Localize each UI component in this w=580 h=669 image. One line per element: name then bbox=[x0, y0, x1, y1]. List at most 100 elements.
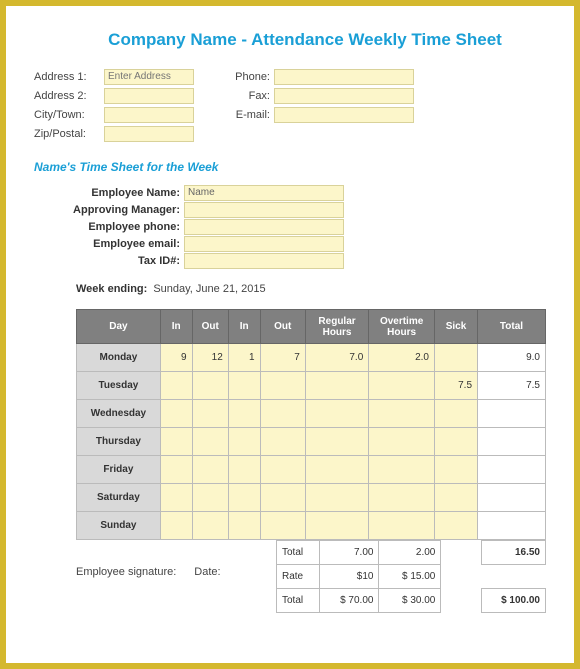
totals-reg-hours: 7.00 bbox=[319, 541, 379, 565]
time-cell[interactable] bbox=[192, 400, 228, 428]
time-cell[interactable] bbox=[305, 372, 368, 400]
label-zip: Zip/Postal: bbox=[34, 128, 104, 140]
time-cell[interactable] bbox=[369, 428, 435, 456]
col-header: In bbox=[160, 310, 192, 344]
time-cell[interactable] bbox=[192, 484, 228, 512]
time-cell[interactable] bbox=[228, 512, 260, 540]
city-input[interactable] bbox=[104, 107, 194, 123]
time-cell[interactable] bbox=[434, 512, 477, 540]
time-cell[interactable] bbox=[228, 428, 260, 456]
row-total-cell bbox=[478, 428, 546, 456]
table-row: Monday912177.02.09.0 bbox=[77, 344, 546, 372]
row-total-cell: 7.5 bbox=[478, 372, 546, 400]
table-row: Friday bbox=[77, 456, 546, 484]
time-cell[interactable] bbox=[260, 512, 305, 540]
time-cell[interactable] bbox=[228, 484, 260, 512]
col-header: Day bbox=[77, 310, 161, 344]
table-row: Tuesday7.57.5 bbox=[77, 372, 546, 400]
table-header-row: DayInOutInOutRegular HoursOvertime Hours… bbox=[77, 310, 546, 344]
time-cell[interactable] bbox=[369, 484, 435, 512]
time-cell[interactable] bbox=[228, 372, 260, 400]
time-cell[interactable]: 7.0 bbox=[305, 344, 368, 372]
address2-input[interactable] bbox=[104, 88, 194, 104]
label-city: City/Town: bbox=[34, 109, 104, 121]
email-input[interactable] bbox=[274, 107, 414, 123]
time-cell[interactable] bbox=[192, 428, 228, 456]
time-cell[interactable] bbox=[160, 400, 192, 428]
time-cell[interactable] bbox=[192, 456, 228, 484]
pay-total: $ 100.00 bbox=[481, 589, 545, 613]
time-cell[interactable] bbox=[434, 456, 477, 484]
time-cell[interactable] bbox=[260, 428, 305, 456]
row-total-cell bbox=[478, 484, 546, 512]
time-cell[interactable] bbox=[160, 512, 192, 540]
table-row: Wednesday bbox=[77, 400, 546, 428]
subtitle: Name's Time Sheet for the Week bbox=[34, 160, 546, 174]
time-cell[interactable] bbox=[260, 372, 305, 400]
day-cell: Saturday bbox=[77, 484, 161, 512]
day-cell: Friday bbox=[77, 456, 161, 484]
zip-input[interactable] bbox=[104, 126, 194, 142]
time-cell[interactable] bbox=[305, 400, 368, 428]
time-cell[interactable] bbox=[192, 372, 228, 400]
totals-ot-hours: 2.00 bbox=[379, 541, 441, 565]
label-emp-email: Employee email: bbox=[54, 238, 184, 250]
col-header: Out bbox=[192, 310, 228, 344]
signature-label: Employee signature: bbox=[76, 566, 176, 613]
time-cell[interactable]: 7 bbox=[260, 344, 305, 372]
time-cell[interactable] bbox=[305, 428, 368, 456]
time-cell[interactable] bbox=[305, 512, 368, 540]
time-cell[interactable] bbox=[192, 512, 228, 540]
time-cell[interactable] bbox=[434, 344, 477, 372]
phone-input[interactable] bbox=[274, 69, 414, 85]
table-row: Saturday bbox=[77, 484, 546, 512]
week-ending-value: Sunday, June 21, 2015 bbox=[153, 283, 265, 295]
time-cell[interactable] bbox=[369, 400, 435, 428]
time-cell[interactable]: 12 bbox=[192, 344, 228, 372]
time-cell[interactable]: 9 bbox=[160, 344, 192, 372]
time-cell[interactable] bbox=[260, 456, 305, 484]
pay-reg: $ 70.00 bbox=[319, 589, 379, 613]
time-cell[interactable] bbox=[260, 400, 305, 428]
time-cell[interactable] bbox=[369, 456, 435, 484]
time-cell[interactable] bbox=[369, 372, 435, 400]
time-cell[interactable] bbox=[228, 400, 260, 428]
time-cell[interactable]: 7.5 bbox=[434, 372, 477, 400]
taxid-input[interactable] bbox=[184, 253, 344, 269]
emp-phone-input[interactable] bbox=[184, 219, 344, 235]
address1-input[interactable] bbox=[104, 69, 194, 85]
time-cell[interactable] bbox=[434, 428, 477, 456]
time-cell[interactable] bbox=[305, 484, 368, 512]
time-cell[interactable]: 2.0 bbox=[369, 344, 435, 372]
time-cell[interactable] bbox=[160, 484, 192, 512]
time-cell[interactable] bbox=[305, 456, 368, 484]
manager-input[interactable] bbox=[184, 202, 344, 218]
table-row: Thursday bbox=[77, 428, 546, 456]
time-cell[interactable] bbox=[160, 372, 192, 400]
signature-block: Employee signature: Date: bbox=[76, 540, 276, 613]
pay-row-label: Total bbox=[277, 589, 320, 613]
time-cell[interactable] bbox=[434, 400, 477, 428]
time-cell[interactable] bbox=[434, 484, 477, 512]
time-cell[interactable] bbox=[260, 484, 305, 512]
label-taxid: Tax ID#: bbox=[54, 255, 184, 267]
timesheet-table: DayInOutInOutRegular HoursOvertime Hours… bbox=[76, 309, 546, 540]
col-header: Total bbox=[478, 310, 546, 344]
date-label: Date: bbox=[194, 566, 220, 613]
time-cell[interactable] bbox=[369, 512, 435, 540]
time-cell[interactable] bbox=[160, 456, 192, 484]
time-cell[interactable]: 1 bbox=[228, 344, 260, 372]
emp-name-input[interactable] bbox=[184, 185, 344, 201]
totals-total-hours: 16.50 bbox=[481, 541, 545, 565]
day-cell: Wednesday bbox=[77, 400, 161, 428]
emp-email-input[interactable] bbox=[184, 236, 344, 252]
label-phone: Phone: bbox=[224, 71, 274, 83]
employee-block: Employee Name: Approving Manager: Employ… bbox=[54, 184, 546, 269]
rate-ot: $ 15.00 bbox=[379, 565, 441, 589]
rate-row-label: Rate bbox=[277, 565, 320, 589]
day-cell: Sunday bbox=[77, 512, 161, 540]
time-cell[interactable] bbox=[160, 428, 192, 456]
time-cell[interactable] bbox=[228, 456, 260, 484]
day-cell: Monday bbox=[77, 344, 161, 372]
fax-input[interactable] bbox=[274, 88, 414, 104]
